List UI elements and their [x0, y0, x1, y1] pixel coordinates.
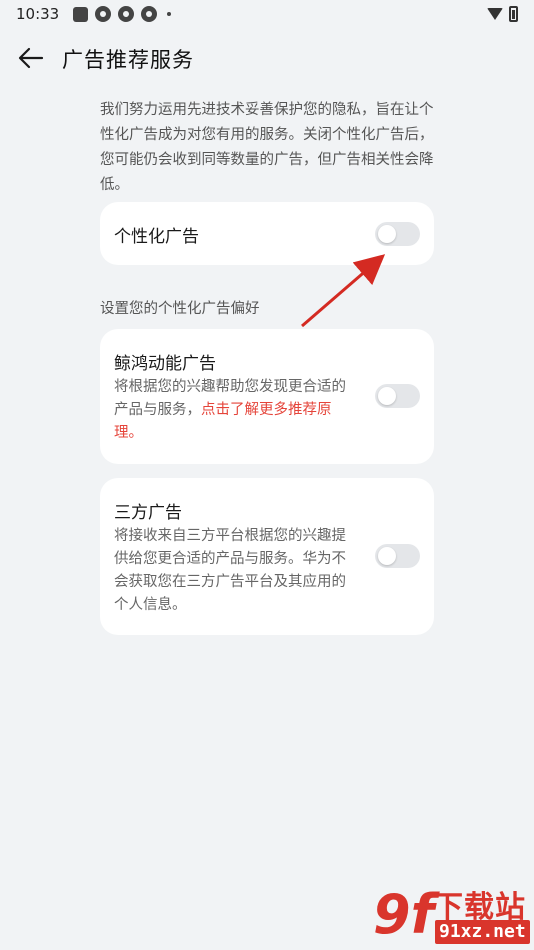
watermark-logo: 9f [373, 883, 435, 946]
ring-icon [95, 6, 112, 22]
watermark-domain: 91xz.net [435, 920, 530, 944]
square-icon [73, 6, 89, 22]
ring-icon [141, 6, 158, 22]
third-party-ads-card: 三方广告 将接收来自三方平台根据您的兴趣提供给您更合适的产品与服务。华为不会获取… [100, 478, 434, 635]
toggle-knob [378, 387, 396, 405]
third-party-ads-description: 将接收来自三方平台根据您的兴趣提供给您更合适的产品与服务。华为不会获取您在三方广… [114, 528, 346, 613]
battery-icon [509, 6, 518, 22]
personalized-ads-label: 个性化广告 [114, 227, 199, 247]
petal-ads-description: 将根据您的兴趣帮助您发现更合适的产品与服务，点击了解更多推荐原理。 [114, 376, 354, 445]
preferences-section-label: 设置您的个性化广告偏好 [100, 301, 260, 317]
arrow-left-icon[interactable] [18, 46, 44, 70]
dot-icon [167, 12, 172, 16]
intro-text: 我们努力运用先进技术妥善保护您的隐私，旨在让个性化广告成为对您有用的服务。关闭个… [100, 102, 434, 193]
notification-icons [73, 6, 172, 22]
third-party-ads-title: 三方广告 [114, 503, 182, 523]
third-party-ads-toggle[interactable] [375, 544, 420, 568]
system-icons [487, 6, 518, 22]
wifi-icon [487, 8, 503, 20]
status-bar: 10:33 [0, 0, 534, 28]
personalized-ads-card: 个性化广告 [100, 202, 434, 265]
toggle-knob [378, 225, 396, 243]
petal-ads-toggle[interactable] [375, 384, 420, 408]
toggle-knob [378, 547, 396, 565]
personalized-ads-toggle[interactable] [375, 222, 420, 246]
ring-icon [118, 6, 135, 22]
app-bar: 广告推荐服务 [0, 36, 534, 80]
status-time: 10:33 [16, 5, 60, 23]
watermark: 9f 下载站 91xz.net [369, 880, 534, 950]
petal-ads-card: 鲸鸿动能广告 将根据您的兴趣帮助您发现更合适的产品与服务，点击了解更多推荐原理。 [100, 329, 434, 464]
page-title: 广告推荐服务 [62, 48, 194, 72]
petal-ads-title: 鲸鸿动能广告 [114, 354, 216, 374]
